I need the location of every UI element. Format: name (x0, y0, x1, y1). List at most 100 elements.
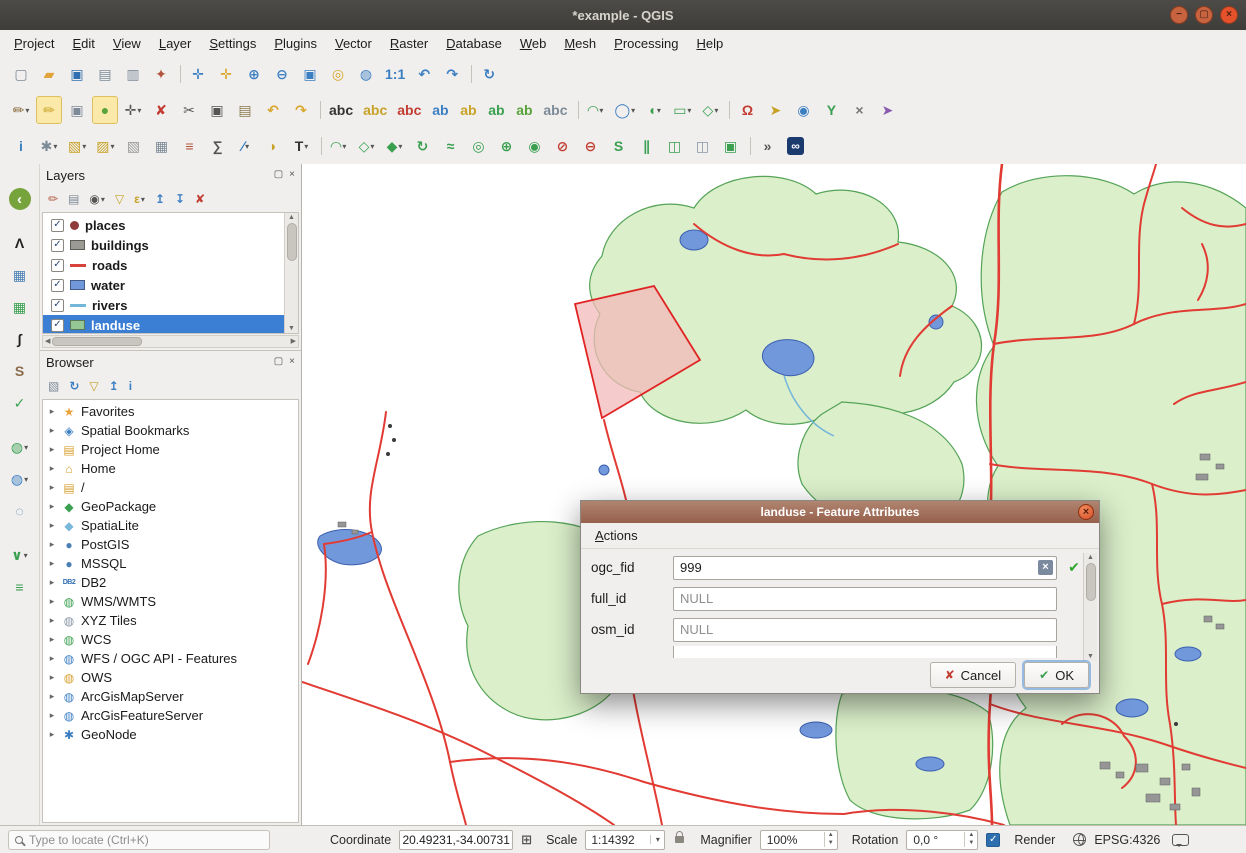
layer-diagram-options-icon[interactable]: abc ▾ (359, 96, 391, 124)
expand-arrow-icon[interactable]: ▸ (47, 710, 57, 721)
zoom-full-extent-icon[interactable]: ▣ ▾ (297, 60, 323, 88)
browser-item-favorites[interactable]: ▸ ★ Favorites (43, 402, 298, 421)
simplify-feature-icon[interactable]: ≈ ▾ (438, 132, 464, 160)
pin-unpin-labels-icon[interactable]: ab ▾ (427, 96, 453, 124)
scroll-down-icon[interactable]: ▼ (1087, 653, 1094, 660)
refresh-browser-icon[interactable]: ↻ ▾ (67, 378, 81, 394)
browser-item-ows[interactable]: ▸ ◍ OWS (43, 668, 298, 687)
delete-selected-icon[interactable]: ✘ ▾ (148, 96, 174, 124)
menu-item[interactable]: View (105, 33, 149, 54)
attribute-input[interactable] (673, 587, 1057, 611)
refresh-map-icon[interactable]: ↻ ▾ (476, 60, 502, 88)
browser-item-arcgismapserver[interactable]: ▸ ◍ ArcGisMapServer (43, 687, 298, 706)
annotate-globe-icon[interactable]: ◍ ▾ (5, 434, 35, 460)
run-feature-action-icon[interactable]: ✱ ▾ (36, 132, 62, 160)
scrollbar-thumb[interactable] (1086, 563, 1096, 601)
browser-item-project-home[interactable]: ▸ ▤ Project Home (43, 440, 298, 459)
cancel-button[interactable]: ✘ Cancel (930, 662, 1017, 688)
manage-map-themes-icon[interactable]: ◉ ▾ (87, 191, 107, 207)
select-vertex-path-icon[interactable]: ∨ ▾ (5, 542, 35, 568)
expand-arrow-icon[interactable]: ▸ (47, 539, 57, 550)
float-panel-icon[interactable]: ▢ (274, 357, 283, 367)
grid-overlay-icon[interactable]: ▦ ▾ (5, 262, 35, 288)
select-pointer-icon[interactable]: ➤ ▾ (762, 96, 788, 124)
collapse-panels-icon[interactable]: ‹ ▾ (5, 186, 35, 212)
scrollbar-thumb[interactable] (287, 223, 297, 261)
deselect-features-icon[interactable]: ▧ ▾ (121, 132, 147, 160)
maximize-button[interactable]: ▢ (1195, 6, 1213, 24)
zoom-to-selection-icon[interactable]: ◎ ▾ (325, 60, 351, 88)
paste-features-icon[interactable]: ▤ ▾ (232, 96, 258, 124)
layer-checkbox[interactable]: ✓ (51, 299, 64, 312)
dialog-close-button[interactable]: × (1078, 504, 1094, 520)
browser-item-xyz[interactable]: ▸ ◍ XYZ Tiles (43, 611, 298, 630)
collapse-all-browser-icon[interactable]: ↥ ▾ (107, 378, 121, 394)
move-feature-arrow-icon[interactable]: ➤ ▾ (874, 96, 900, 124)
coordinate-input[interactable] (399, 830, 513, 850)
browser-item-geonode[interactable]: ▸ ✱ GeoNode (43, 725, 298, 744)
hook-tool-icon[interactable]: ∫ ▾ (5, 326, 35, 352)
expand-arrow-icon[interactable]: ▸ (47, 653, 57, 664)
close-panel-icon[interactable]: × (289, 170, 295, 180)
locate-bar[interactable] (8, 830, 270, 850)
scroll-right-icon[interactable]: ▶ (291, 338, 296, 345)
rotation-spinbox[interactable]: 0,0 ° ▲▼ (906, 830, 978, 850)
show-hide-labels-icon[interactable]: ab ▾ (455, 96, 481, 124)
close-panel-icon[interactable]: × (289, 357, 295, 367)
float-panel-icon[interactable]: ▢ (274, 170, 283, 180)
layer-globe-icon[interactable]: ≡ ▾ (5, 574, 35, 600)
expand-arrow-icon[interactable]: ▸ (47, 672, 57, 683)
zoom-last-icon[interactable]: ↶ ▾ (411, 60, 437, 88)
undo-icon[interactable]: ↶ ▾ (260, 96, 286, 124)
cut-features-icon[interactable]: ✂ ▾ (176, 96, 202, 124)
browser-item-arcgisfeatureserver[interactable]: ▸ ◍ ArcGisFeatureServer (43, 706, 298, 725)
expand-arrow-icon[interactable]: ▸ (47, 596, 57, 607)
expand-arrow-icon[interactable]: ▸ (47, 482, 57, 493)
new-project-icon[interactable]: ▢ ▾ (8, 60, 34, 88)
scale-combobox[interactable]: 1:14392 ▾ (585, 830, 665, 850)
save-layer-edits-icon[interactable]: ▣ ▾ (64, 96, 90, 124)
attribute-input-partial[interactable] (673, 646, 1057, 658)
dialog-scrollbar[interactable]: ▲ ▼ (1083, 553, 1097, 661)
layer-checkbox[interactable]: ✓ (51, 239, 64, 252)
layer-item-places[interactable]: ✓ places (43, 215, 284, 235)
copy-features-icon[interactable]: ▣ ▾ (204, 96, 230, 124)
pan-to-selection-icon[interactable]: ✛ ▾ (213, 60, 239, 88)
epsg-label[interactable]: EPSG:4326 (1094, 833, 1160, 847)
measure-sketch-icon[interactable]: Λ ▾ (5, 230, 35, 256)
add-selected-layers-icon[interactable]: ▧ ▾ (46, 378, 61, 394)
toolbar-extension-icon[interactable]: » ▾ (755, 132, 781, 160)
menu-item[interactable]: Mesh (556, 33, 604, 54)
attribute-input[interactable] (673, 618, 1057, 642)
move-feature-icon[interactable]: ◇ ▾ (354, 132, 380, 160)
save-project-icon[interactable]: ▣ ▾ (64, 60, 90, 88)
text-annotation-icon[interactable]: T ▾ (289, 132, 315, 160)
web-globe-icon[interactable]: ◍ ▾ (5, 466, 35, 492)
menu-item[interactable]: Layer (151, 33, 200, 54)
menu-item[interactable]: Web (512, 33, 555, 54)
chevron-down-icon[interactable]: ▾ (650, 835, 664, 844)
add-polygon-feature-icon[interactable]: ● ▾ (92, 96, 118, 124)
expand-arrow-icon[interactable]: ▸ (47, 729, 57, 740)
map-tips-icon[interactable]: ◗ ▾ (261, 132, 287, 160)
layer-item-water[interactable]: ✓ water (43, 275, 284, 295)
spin-down-icon[interactable]: ▼ (828, 840, 834, 847)
field-calculator-icon[interactable]: ≡ ▾ (177, 132, 203, 160)
pan-map-icon[interactable]: ✛ ▾ (185, 60, 211, 88)
zoom-native-resolution-icon[interactable]: 1:1 ▾ (381, 60, 409, 88)
menu-item[interactable]: Raster (382, 33, 436, 54)
browser-item-db2[interactable]: ▸ DB2 DB2 (43, 573, 298, 592)
zoom-in-icon[interactable]: ⊕ ▾ (241, 60, 267, 88)
current-edits-icon[interactable]: ✏ ▾ (8, 96, 34, 124)
open-layer-styling-icon[interactable]: ✏ ▾ (46, 191, 60, 207)
highlight-labels-icon[interactable]: abc ▾ (393, 96, 425, 124)
expand-arrow-icon[interactable]: ▸ (47, 615, 57, 626)
spline-tool-icon[interactable]: S ▾ (5, 358, 35, 384)
layer-item-buildings[interactable]: ✓ buildings (43, 235, 284, 255)
expand-arrow-icon[interactable]: ▸ (47, 558, 57, 569)
snapping-options-icon[interactable]: Ω ▾ (734, 96, 760, 124)
spin-up-icon[interactable]: ▲ (828, 832, 834, 839)
browser-item-wfs[interactable]: ▸ ◍ WFS / OGC API - Features (43, 649, 298, 668)
extents-toggle-icon[interactable]: ⊞ (521, 832, 532, 848)
expand-arrow-icon[interactable]: ▸ (47, 406, 57, 417)
